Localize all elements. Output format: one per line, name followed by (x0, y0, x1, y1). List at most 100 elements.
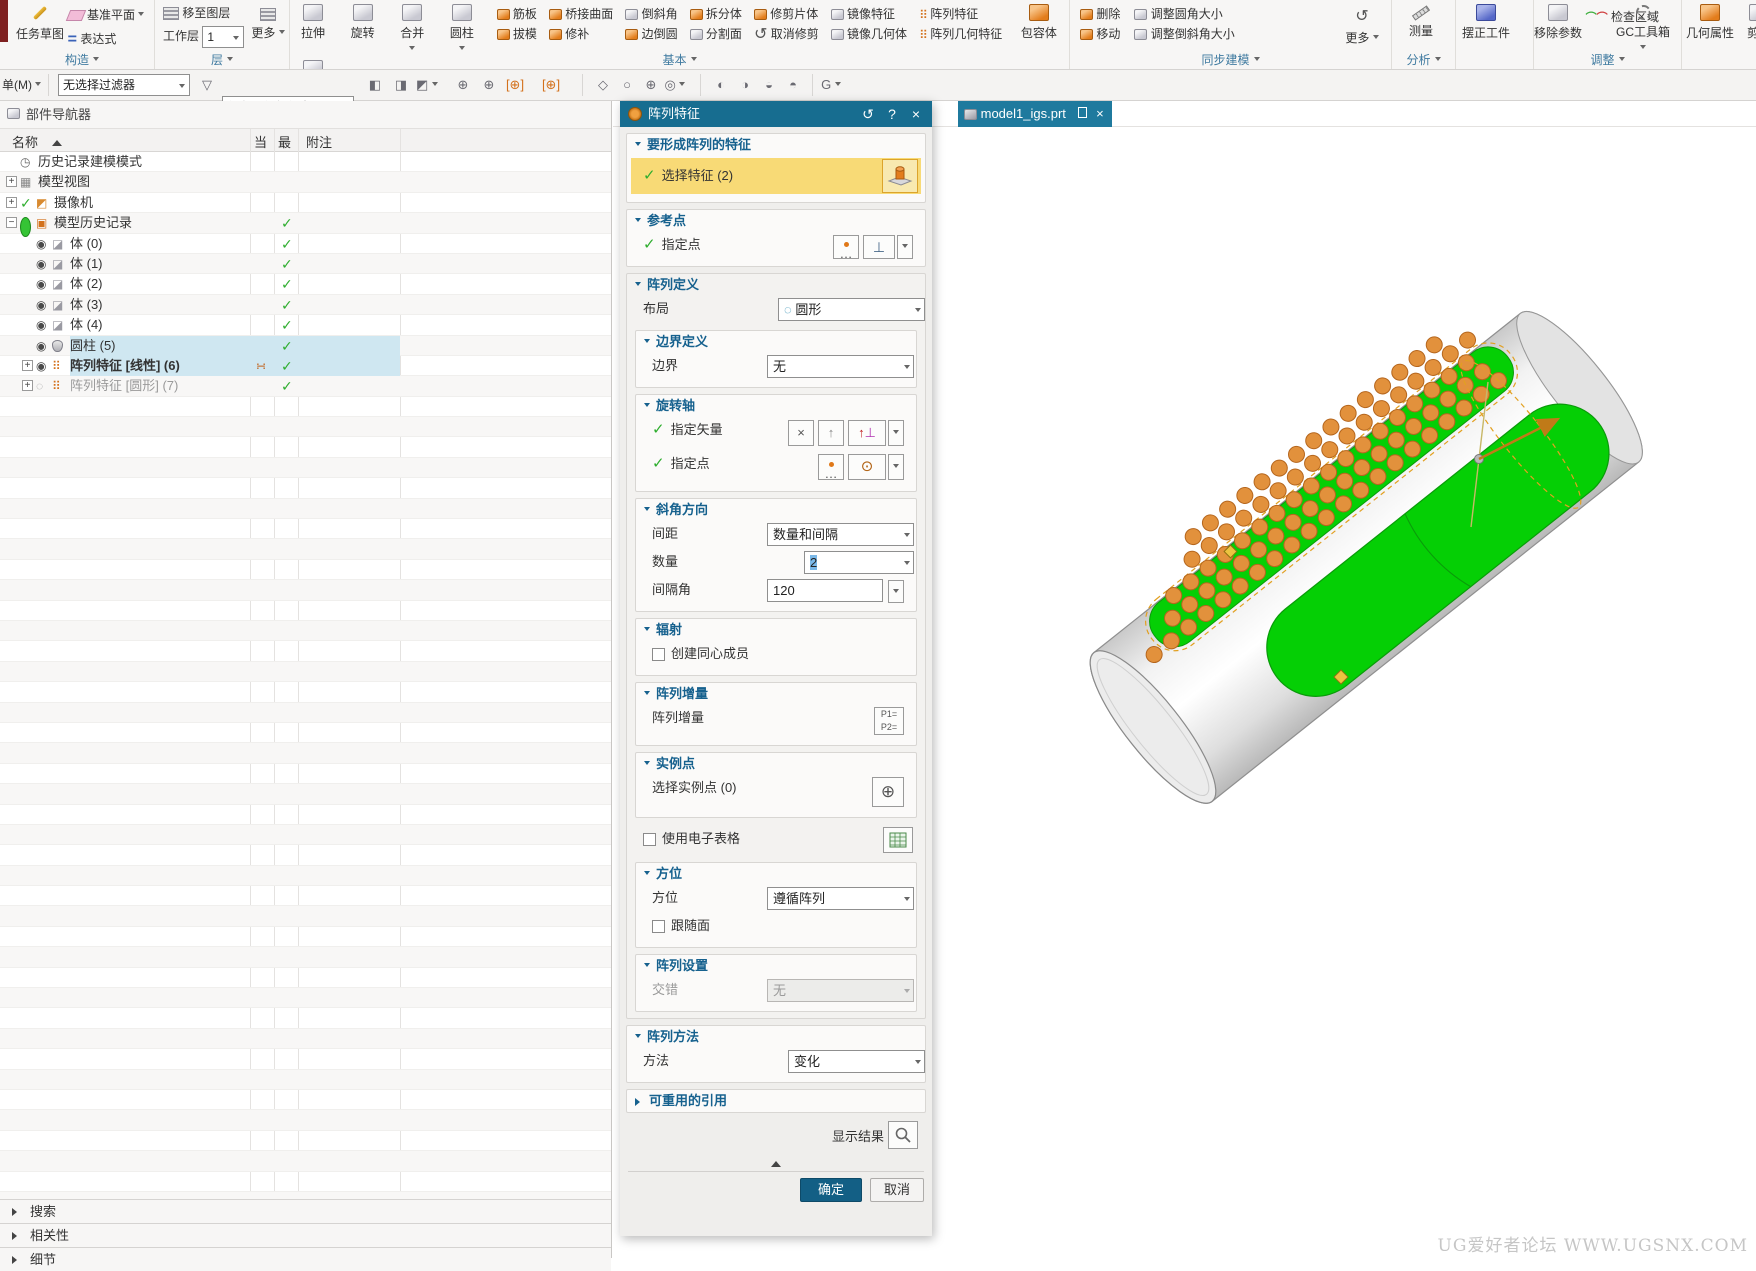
layer-more-button[interactable]: 更多 (251, 2, 285, 41)
dialog-title-bar[interactable]: 阵列特征 ↺ ? × (620, 101, 932, 127)
instance-points-header[interactable]: 实例点 (636, 753, 916, 775)
eye-icon[interactable]: ◉ (36, 336, 46, 356)
inferred-vector-button[interactable]: ↑ (818, 420, 844, 446)
tree-row[interactable]: − ▣ 模型历史记录 ✓ (0, 213, 611, 238)
extrude-button[interactable]: 拉伸 (290, 0, 336, 41)
ok-button[interactable]: 确定 (800, 1178, 862, 1202)
concentric-checkbox[interactable] (652, 648, 665, 662)
sync-more-button[interactable]: ↺ 更多 (1339, 2, 1385, 46)
part-tab[interactable]: model1_igs.prt × (958, 101, 1112, 127)
remove-parameters-button[interactable]: 移除参数 (1534, 0, 1582, 41)
patch-button[interactable]: 修补 (548, 25, 613, 43)
method-combo[interactable]: 变化 (788, 1050, 925, 1073)
tree-row-label[interactable]: 体 (3) (70, 295, 103, 315)
spreadsheet-row[interactable]: 使用电子表格 (627, 826, 925, 856)
specify-vector-row[interactable]: ✓ 指定矢量 × ↑ ↑⊥ (636, 417, 916, 451)
cylinder-button[interactable]: 圆柱 (439, 0, 485, 56)
expression-button[interactable]: = 表达式 (68, 30, 145, 48)
tree-row-label[interactable]: 体 (2) (70, 274, 103, 294)
tree-row[interactable]: ◷ 历史记录建模模式 (0, 152, 611, 173)
orientation-header[interactable]: 方位 (636, 863, 916, 885)
snap-point-box-icon[interactable]: [⊕] (504, 74, 526, 96)
dialog-collapse-row[interactable] (620, 1153, 932, 1168)
features-section-header[interactable]: 要形成阵列的特征 (627, 134, 925, 156)
ghost-tool-icon[interactable]: G (820, 74, 842, 96)
shaded-view-icon[interactable]: ◐ (710, 74, 732, 96)
revolve-button[interactable]: 旋转 (340, 0, 386, 41)
spreadsheet-button[interactable] (883, 827, 913, 853)
tree-row-label[interactable]: 圆柱 (5) (70, 335, 400, 356)
collapse-dialog-icon[interactable] (771, 1156, 781, 1168)
angular-direction-header[interactable]: 斜角方向 (636, 499, 916, 521)
instance-target-button[interactable]: ⊕ (872, 777, 904, 807)
geometry-properties-button[interactable]: 几何属性 (1686, 0, 1734, 41)
split-body-button[interactable]: 拆分体 (689, 5, 742, 23)
task-sketch-button[interactable]: 任务草图 (16, 0, 64, 42)
mirror-geometry-button[interactable]: 镜像几何体 (830, 25, 907, 43)
tree-row[interactable]: + ◌ ⠿ 阵列特征 [圆形] (7) ✓ (0, 376, 611, 397)
select-feature-row[interactable]: ✓ 选择特征 (2) (631, 158, 921, 194)
group-label-sync[interactable]: 同步建模 (1070, 51, 1391, 68)
axis-point-value-button[interactable]: ⊙ (848, 454, 886, 480)
snap-circle-icon[interactable]: ○ (616, 74, 638, 96)
vector-dialog-button[interactable]: × (788, 420, 814, 446)
rotation-axis-header[interactable]: 旋转轴 (636, 395, 916, 417)
axis-point-dialog-button[interactable]: … (818, 454, 844, 480)
tree-row-label[interactable]: 体 (4) (70, 315, 103, 335)
angle-options-dropdown[interactable] (888, 580, 904, 603)
window-icon[interactable]: ◓ (782, 74, 804, 96)
cylinder-model[interactable] (1050, 268, 1660, 819)
dialog-help-icon[interactable]: ? (880, 101, 904, 127)
enclosure-button[interactable]: 包容体 (1016, 0, 1062, 41)
cancel-button[interactable]: 取消 (870, 1178, 924, 1202)
measure-button[interactable]: 测量 (1398, 0, 1444, 39)
navigator-column-header[interactable]: 名称 当 最 附注 (0, 129, 611, 152)
mirror-feature-button[interactable]: 镜像特征 (830, 5, 907, 23)
increment-editor-button[interactable]: P1= P2= (874, 707, 904, 735)
pattern-geometry-button[interactable]: ⠿ 阵列几何特征 (919, 25, 1002, 43)
expand-toggle-icon[interactable]: + (6, 176, 17, 188)
close-tab-icon[interactable]: × (1096, 106, 1104, 121)
tree-row[interactable]: ◉ ◪ 体 (0) ✓ (0, 234, 611, 254)
dialog-close-icon[interactable]: × (904, 101, 928, 127)
eye-icon[interactable]: ◉ (36, 234, 46, 254)
move-face-button[interactable]: 移动 (1080, 25, 1120, 43)
expand-toggle-icon[interactable]: + (22, 359, 33, 371)
rib-button[interactable]: 筋板 (496, 5, 537, 23)
draft-button[interactable]: 拔模 (496, 25, 537, 43)
expand-toggle-icon[interactable]: + (6, 196, 17, 208)
eye-icon[interactable]: ◉ (36, 356, 46, 376)
axis-point-options-dropdown[interactable] (888, 454, 904, 480)
assembly-select-icon[interactable]: ◩ (416, 74, 438, 96)
tree-row[interactable]: + ✓ ◩ 摄像机 (0, 193, 611, 214)
tree-row[interactable]: + ◉ ⠿ 阵列特征 [线性] (6) ∺ ✓ (0, 355, 611, 377)
expand-toggle-icon[interactable]: + (22, 380, 33, 392)
tree-row-label[interactable]: 历史记录建模模式 (38, 152, 142, 172)
column-note[interactable]: 附注 (306, 132, 332, 151)
work-layer-input[interactable]: 1 (202, 26, 245, 48)
pattern-feature-dialog[interactable]: 阵列特征 ↺ ? × 要形成阵列的特征 ✓ 选择特征 (2) 参考点 ✓ 指定点… (620, 101, 932, 1236)
interpart-select-icon[interactable]: ◨ (390, 74, 412, 96)
trim-sheet-button[interactable]: 修剪片体 (753, 5, 819, 23)
instance-select-row[interactable]: 选择实例点 (0) ⊕ (636, 775, 916, 811)
reference-point-header[interactable]: 参考点 (627, 210, 925, 232)
menu-button[interactable]: 单(M) (2, 74, 42, 96)
pattern-increment-header[interactable]: 阵列增量 (636, 683, 916, 705)
pattern-definition-header[interactable]: 阵列定义 (627, 274, 925, 296)
tree-row-label[interactable]: 模型视图 (38, 172, 90, 192)
angle-input[interactable]: 120 (767, 579, 883, 602)
point-dialog-button[interactable]: … (833, 235, 859, 260)
follow-face-row[interactable]: 跟随面 (636, 913, 916, 941)
snap-gear-icon[interactable]: ⊕ (478, 74, 500, 96)
expand-toggle-icon[interactable]: − (6, 217, 17, 229)
tree-row[interactable]: ◉ 圆柱 (5) ✓ (0, 335, 611, 356)
unite-button[interactable]: 合并 (389, 0, 435, 56)
pattern-method-header[interactable]: 阵列方法 (627, 1026, 925, 1048)
snap-quadrant-icon[interactable]: ◎ (664, 74, 686, 96)
tree-row-label[interactable]: 摄像机 (54, 193, 93, 213)
eye-icon[interactable]: ◉ (36, 295, 46, 315)
tree-row-label[interactable]: 体 (0) (70, 234, 103, 254)
point-options-dropdown[interactable] (897, 235, 913, 259)
search-panel-toggle[interactable]: 搜索 (0, 1199, 611, 1223)
tree-row[interactable]: ◉ ◪ 体 (1) ✓ (0, 253, 611, 275)
